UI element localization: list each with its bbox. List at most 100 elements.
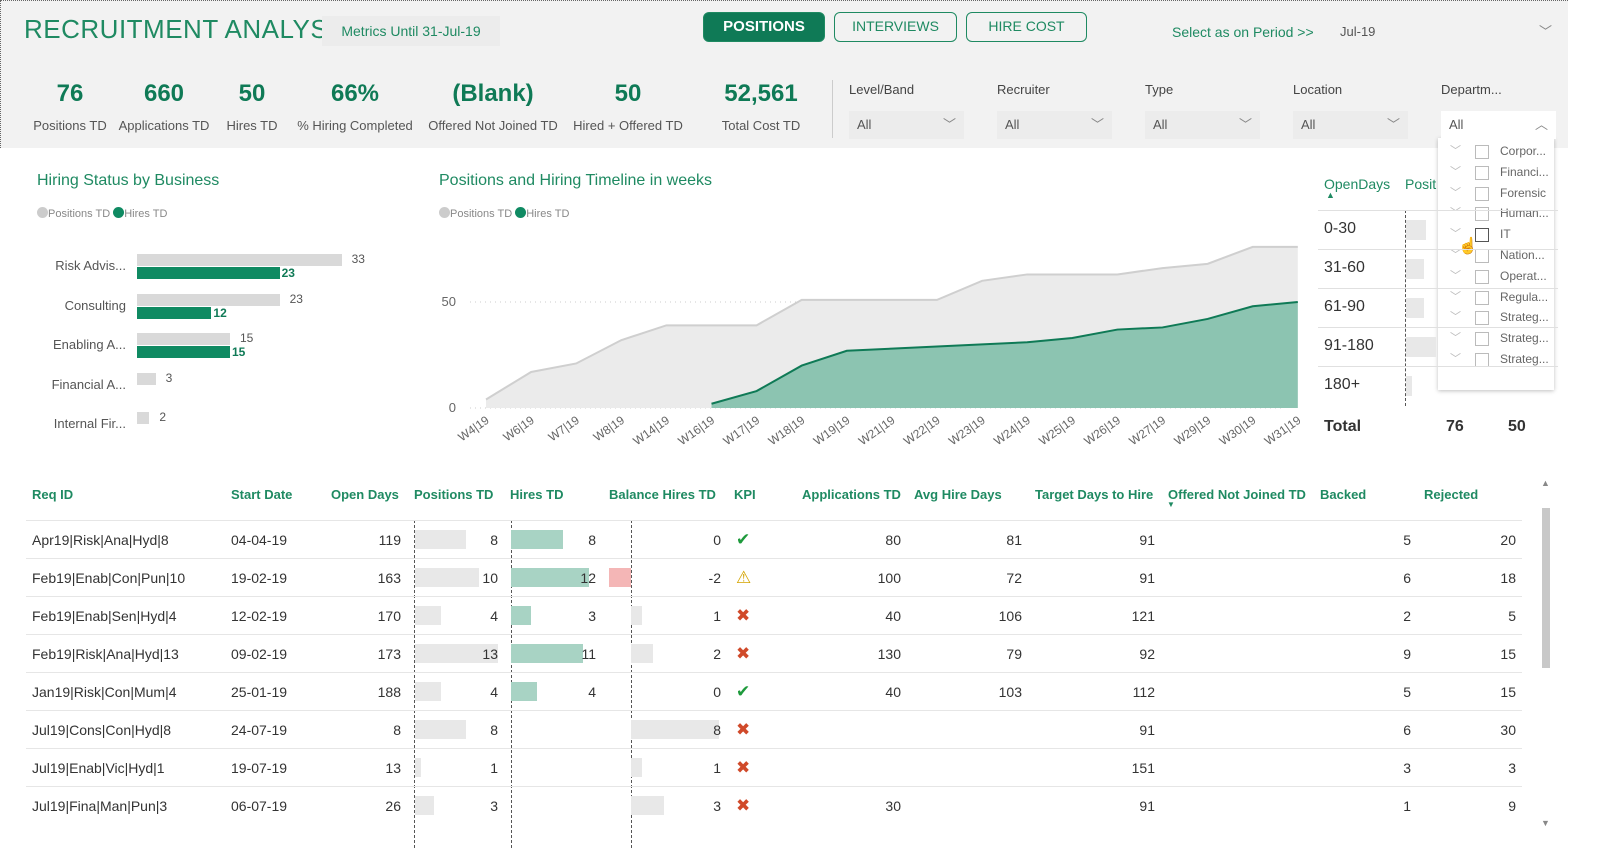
opendays-bucket: 180+ (1324, 376, 1361, 393)
bar-positions[interactable] (137, 333, 230, 345)
hires-bar (511, 606, 531, 625)
table-row[interactable]: Feb19|Enab|Con|Pun|10 19-02-19 163 10 12 -2 ⚠ 1… (26, 558, 1522, 596)
filter-dropdown[interactable]: All ︿ (1441, 111, 1556, 139)
column-header[interactable]: Open Days (331, 487, 399, 502)
rejected: 3 (1508, 760, 1516, 776)
rejected: 15 (1500, 646, 1516, 662)
table-row[interactable]: Feb19|Risk|Ana|Hyd|13 09-02-19 173 13 11 2 ✖ 13… (26, 634, 1522, 672)
bar-positions[interactable] (137, 412, 150, 424)
kpi-value: 66% (330, 80, 380, 107)
hires-td: 8 (588, 532, 596, 548)
kpi-label: Positions TD (33, 118, 107, 133)
column-header[interactable]: Avg Hire Days (914, 487, 1002, 502)
column-header[interactable]: Backed (1320, 487, 1366, 502)
bar-value-hires: 12 (213, 305, 227, 320)
column-header[interactable]: KPI (734, 487, 756, 502)
opendays-row[interactable]: 180+ (1318, 366, 1558, 405)
chevron-down-icon[interactable]: ﹀ (1450, 141, 1461, 162)
column-header[interactable]: Applications TD (802, 487, 901, 502)
filter-dropdown[interactable]: All ﹀ (1145, 111, 1260, 139)
opendays-row[interactable]: 91-180 (1318, 327, 1558, 366)
open-days: 26 (385, 798, 401, 814)
column-header[interactable]: Hires TD (510, 487, 563, 502)
chevron-down-icon[interactable]: ﹀ (1450, 162, 1461, 183)
opendays-row[interactable]: 31-60 (1318, 249, 1558, 288)
table-row[interactable]: Jul19|Fina|Man|Pun|3 06-07-19 26 3 3 ✖ 30 91 1 9 (26, 786, 1522, 824)
checkbox[interactable] (1475, 165, 1489, 180)
bar-hires[interactable] (137, 346, 230, 358)
x-tick-label: W6|19 (501, 413, 538, 444)
table-row[interactable]: Jan19|Risk|Con|Mum|4 25-01-19 188 4 4 0 ✔ 40 103… (26, 672, 1522, 710)
scroll-up-icon[interactable]: ▲ (1541, 478, 1550, 488)
balance-bar (631, 796, 664, 815)
bar-positions[interactable] (137, 293, 280, 306)
filter-dropdown[interactable]: All ﹀ (997, 111, 1112, 139)
positions-bar (415, 758, 422, 777)
column-header[interactable]: Target Days to Hire (1035, 487, 1153, 502)
positions-bar (415, 568, 479, 587)
balance-hires-td: 2 (713, 646, 721, 662)
scroll-down-icon[interactable]: ▼ (1541, 818, 1550, 828)
positions-td: 13 (482, 646, 498, 662)
bar-hires[interactable] (137, 267, 280, 279)
department-option[interactable]: ﹀ Corpor... (1438, 141, 1554, 162)
positions-td: 10 (482, 570, 498, 586)
bar-value-positions: 2 (159, 410, 167, 424)
bar-positions[interactable] (137, 254, 342, 266)
balance-hires-td: 0 (713, 684, 721, 700)
positions-bar (1406, 259, 1424, 279)
hires-td: 12 (580, 570, 596, 586)
target-days: 91 (1139, 532, 1155, 548)
table-row[interactable]: Apr19|Risk|Ana|Hyd|8 04-04-19 119 8 8 0 ✔ 80 81 9… (26, 520, 1522, 558)
filter-label: Type (1145, 82, 1174, 97)
bar-hires[interactable] (137, 306, 212, 319)
column-header[interactable]: Req ID (32, 487, 73, 502)
department-option[interactable]: ﹀ Forensic (1438, 183, 1554, 204)
bar-positions[interactable] (137, 372, 156, 385)
applications-td: 130 (877, 646, 901, 662)
opendays-bucket: 61-90 (1324, 298, 1365, 315)
checkbox[interactable] (1475, 186, 1489, 201)
interviews-button[interactable]: INTERVIEWS (834, 12, 957, 42)
hires-td: 3 (588, 608, 596, 624)
start-date: 25-01-19 (231, 684, 288, 700)
positions-button[interactable]: POSITIONS (703, 12, 825, 42)
period-label: Select as on Period >> (1172, 24, 1314, 40)
column-header[interactable]: Offered Not Joined TD (1168, 487, 1306, 502)
table-row[interactable]: Feb19|Enab|Sen|Hyd|4 12-02-19 170 4 3 1 ✖ 40 106… (26, 596, 1522, 634)
kpi-card: 66% % Hiring Completed (294, 80, 416, 133)
bar-category-label: Enabling A... (53, 337, 126, 352)
x-tick-label: W26|19 (1081, 413, 1123, 448)
chevron-down-icon: ﹀ (1090, 117, 1104, 132)
column-header[interactable]: Rejected (1424, 487, 1478, 502)
kpi-label: Offered Not Joined TD (428, 118, 558, 133)
kpi-value: 76 (56, 80, 84, 107)
filter-dropdown[interactable]: All ﹀ (1293, 111, 1408, 139)
period-dropdown[interactable]: Jul-19 ﹀ (1332, 18, 1560, 46)
table-scrollbar[interactable]: ▲ ▼ (1540, 478, 1552, 828)
open-days: 8 (393, 722, 401, 738)
positions-header[interactable]: Posit (1405, 176, 1436, 192)
table-row[interactable]: Jul19|Cons|Con|Hyd|8 24-07-19 8 8 8 ✖ 91 6 30 (26, 710, 1522, 748)
department-option[interactable]: ﹀ Financi... (1438, 162, 1554, 183)
filter-dropdown[interactable]: All ﹀ (849, 111, 964, 139)
bar-category-label: Internal Fir... (53, 416, 126, 431)
y-tick-label: 50 (442, 294, 456, 309)
checkbox[interactable] (1475, 145, 1489, 159)
opendays-row[interactable]: 0-30 (1318, 210, 1558, 249)
cross-icon: ✖ (736, 796, 751, 815)
scrollbar-thumb[interactable] (1542, 508, 1550, 668)
positions-td: 4 (490, 608, 498, 624)
positions-td: 3 (490, 798, 498, 814)
opendays-row[interactable]: 61-90 (1318, 288, 1558, 327)
legend: Positions TD Hires TD (439, 207, 569, 220)
backed: 3 (1403, 760, 1411, 776)
table-row[interactable]: Jul19|Enab|Vic|Hyd|1 19-07-19 13 1 1 ✖ 151 3 3 (26, 748, 1522, 786)
chevron-down-icon[interactable]: ﹀ (1450, 183, 1461, 204)
kpi-value: 52,561 (724, 80, 798, 107)
column-header[interactable]: Start Date (231, 487, 292, 502)
bar-category-label: Consulting (64, 297, 126, 313)
column-header[interactable]: Positions TD (414, 487, 493, 502)
column-header[interactable]: Balance Hires TD (609, 487, 716, 502)
hire-cost-button[interactable]: HIRE COST (966, 12, 1087, 42)
